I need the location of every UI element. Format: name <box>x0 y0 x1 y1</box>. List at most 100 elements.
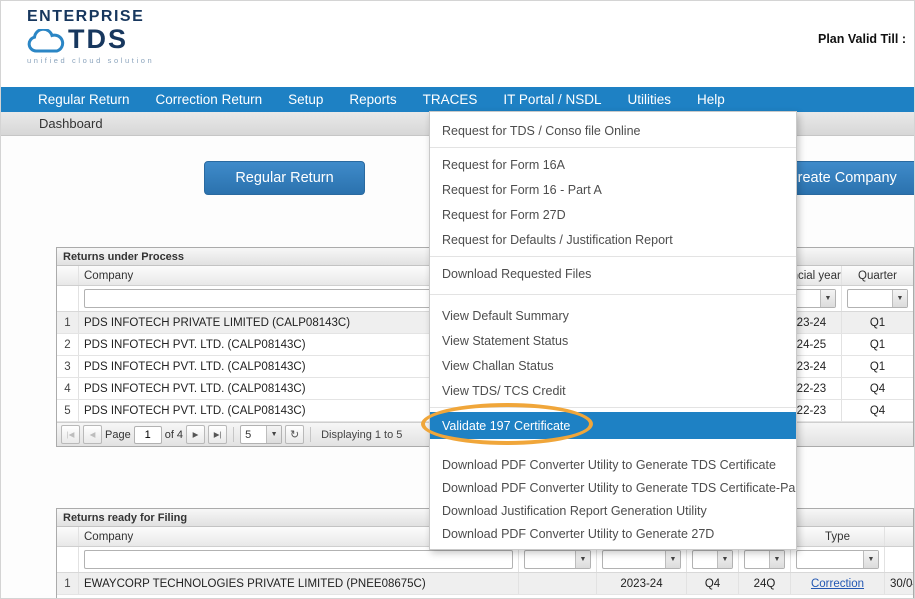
enterprise-tds-logo: ENTERPRISE TDS unified cloud solution <box>27 8 154 65</box>
menu-item-view-challan-status[interactable]: View Challan Status <box>430 353 796 378</box>
menu-item-view-default-summary[interactable]: View Default Summary <box>430 303 796 328</box>
cell-rownum: 3 <box>57 356 79 377</box>
filter-select[interactable]: ▼ <box>524 550 591 569</box>
main-nav: Regular Return Correction Return Setup R… <box>1 87 914 112</box>
chevron-down-icon: ▼ <box>717 551 732 568</box>
filter-cell-quarter: ▼ <box>687 547 739 572</box>
menu-item-request-form-16a[interactable]: Request for Form 16A <box>430 152 796 177</box>
logo-line2: TDS <box>68 24 128 54</box>
page-size-select[interactable]: 5 ▼ <box>240 425 283 444</box>
nav-item-traces[interactable]: TRACES <box>410 87 491 112</box>
nav-item-it-portal-nsdl[interactable]: IT Portal / NSDL <box>490 87 614 112</box>
filter-cell-rownum <box>57 286 79 311</box>
cell-quarter: Q4 <box>869 382 886 395</box>
chevron-down-icon: ▼ <box>266 426 282 443</box>
cell-rownum: 4 <box>57 378 79 399</box>
cell-rownum: 1 <box>57 573 79 594</box>
menu-item-request-tds-conso[interactable]: Request for TDS / Conso file Online <box>430 118 796 143</box>
menu-separator <box>430 407 796 408</box>
logo-tagline: unified cloud solution <box>27 55 155 65</box>
cell-quarter: Q1 <box>869 316 886 329</box>
filter-cell-rownum <box>57 547 79 572</box>
pager-separator <box>310 427 312 442</box>
cell-company: EWAYCORP TECHNOLOGIES PRIVATE LIMITED (P… <box>79 573 519 594</box>
pager-first-button[interactable]: |◀ <box>61 425 80 444</box>
cell-quarter: Q4 <box>687 573 739 594</box>
column-header-rownum <box>57 527 79 546</box>
page-label: Page <box>105 428 131 441</box>
column-header-rownum <box>57 266 79 285</box>
nav-item-reports[interactable]: Reports <box>336 87 409 112</box>
top-header: ENTERPRISE TDS unified cloud solution Pl… <box>1 1 914 87</box>
form-filter-select[interactable]: ▼ <box>744 550 785 569</box>
type-filter-select[interactable]: ▼ <box>796 550 879 569</box>
page-number-input[interactable] <box>133 425 162 444</box>
nav-item-utilities[interactable]: Utilities <box>614 87 684 112</box>
pager-separator <box>233 427 235 442</box>
chevron-down-icon: ▼ <box>575 551 590 568</box>
pager-last-button[interactable]: ▶| <box>208 425 228 444</box>
menu-separator <box>430 256 796 257</box>
menu-item-download-requested-files[interactable]: Download Requested Files <box>430 261 796 286</box>
menu-item-request-form-16-part-a[interactable]: Request for Form 16 - Part A <box>430 177 796 202</box>
menu-item-request-form-27d[interactable]: Request for Form 27D <box>430 202 796 227</box>
filter-cell-date <box>885 547 913 572</box>
menu-item-request-defaults-justification[interactable]: Request for Defaults / Justification Rep… <box>430 227 796 252</box>
chevron-down-icon: ▼ <box>820 290 835 307</box>
filter-cell-financial-year: ▼ <box>597 547 687 572</box>
cell-rownum: 2 <box>57 334 79 355</box>
cell-form: 24Q <box>739 573 791 594</box>
column-header-quarter[interactable]: Quarter <box>842 266 913 285</box>
chevron-down-icon: ▼ <box>769 551 784 568</box>
menu-item-download-justification-report-utility[interactable]: Download Justification Report Generation… <box>430 499 796 522</box>
regular-return-button[interactable]: Regular Return <box>204 161 365 195</box>
nav-item-correction-return[interactable]: Correction Return <box>143 87 276 112</box>
chevron-down-icon: ▼ <box>863 551 878 568</box>
cell-quarter: Q1 <box>869 338 886 351</box>
displaying-status-text: Displaying 1 to 5 <box>321 428 403 441</box>
menu-item-view-tds-tcs-credit[interactable]: View TDS/ TCS Credit <box>430 378 796 403</box>
refresh-button[interactable]: ↻ <box>285 425 305 444</box>
cell-quarter: Q4 <box>869 404 886 417</box>
breadcrumb: Dashboard <box>39 116 103 131</box>
quarter-filter-select[interactable]: ▼ <box>692 550 733 569</box>
menu-item-download-pdf-converter-tds-certificate[interactable]: Download PDF Converter Utility to Genera… <box>430 453 796 476</box>
page-of-label: of 4 <box>164 428 184 441</box>
pager-next-button[interactable]: ▶ <box>186 425 206 444</box>
quarter-filter-select[interactable]: ▼ <box>847 289 908 308</box>
cell-date: 30/04/2024 <box>890 577 913 590</box>
cell-rownum: 1 <box>57 312 79 333</box>
menu-item-download-pdf-converter-27d[interactable]: Download PDF Converter Utility to Genera… <box>430 522 796 545</box>
correction-link[interactable]: Correction <box>811 578 864 590</box>
menu-item-view-statement-status[interactable]: View Statement Status <box>430 328 796 353</box>
app-window: ENTERPRISE TDS unified cloud solution Pl… <box>0 0 915 599</box>
pager-prev-button[interactable]: ◀ <box>83 425 102 444</box>
nav-item-setup[interactable]: Setup <box>275 87 336 112</box>
filter-cell-company <box>79 547 519 572</box>
cloud-icon <box>27 28 65 53</box>
table-row[interactable]: 1 EWAYCORP TECHNOLOGIES PRIVATE LIMITED … <box>57 573 913 595</box>
filter-cell-type: ▼ <box>791 547 885 572</box>
menu-separator <box>430 147 796 148</box>
cell-type: Correction <box>791 573 885 594</box>
menu-gap <box>430 439 796 453</box>
menu-separator <box>430 294 796 295</box>
chevron-down-icon: ▼ <box>665 551 680 568</box>
menu-item-validate-197-certificate[interactable]: Validate 197 Certificate <box>430 412 796 439</box>
traces-dropdown-menu: Request for TDS / Conso file Online Requ… <box>429 111 797 550</box>
column-header-type[interactable]: Type <box>791 527 885 546</box>
cell-rownum: 5 <box>57 400 79 421</box>
filter-cell-quarter: ▼ <box>842 286 913 311</box>
financial-year-filter-select[interactable]: ▼ <box>602 550 681 569</box>
menu-item-download-pdf-converter-tds-certificate-partb[interactable]: Download PDF Converter Utility to Genera… <box>430 476 796 499</box>
filter-row: ▼ ▼ ▼ ▼ ▼ <box>57 547 913 573</box>
company-filter-input[interactable] <box>84 550 513 569</box>
plan-valid-till-label: Plan Valid Till : <box>818 32 906 46</box>
nav-item-help[interactable]: Help <box>684 87 738 112</box>
nav-item-regular-return[interactable]: Regular Return <box>25 87 143 112</box>
filter-cell-form: ▼ <box>739 547 791 572</box>
chevron-down-icon: ▼ <box>892 290 907 307</box>
filter-cell: ▼ <box>519 547 597 572</box>
page-size-value: 5 <box>245 428 252 441</box>
column-header <box>885 527 913 546</box>
